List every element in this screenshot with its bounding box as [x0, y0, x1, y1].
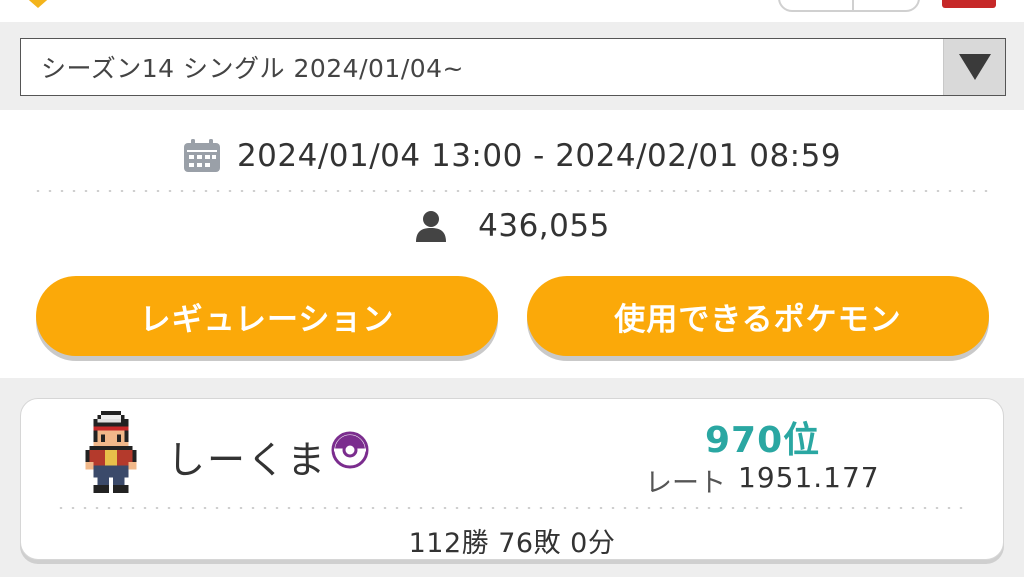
season-info-section: 2024/01/04 13:00 - 2024/02/01 08:59 436,… [0, 110, 1024, 378]
dropdown-arrow-icon[interactable] [943, 39, 1005, 95]
regulation-button[interactable]: レギュレーション [36, 276, 498, 356]
language-toggle[interactable] [778, 0, 920, 12]
calendar-icon [183, 139, 220, 172]
top-header-strip [0, 0, 1024, 22]
trainer-rank: 970位 [705, 420, 821, 461]
season-period-row: 2024/01/04 13:00 - 2024/02/01 08:59 [20, 122, 1004, 190]
poke-ball-icon [331, 431, 369, 469]
menu-badge-icon[interactable] [942, 0, 996, 8]
trainer-ranking-card[interactable]: しーくま 970位 レート 1951.177 112勝 76敗 0分 [20, 398, 1004, 560]
season-selected-label: シーズン14 シングル 2024/01/04~ [41, 54, 464, 83]
rate-label: レート [645, 468, 726, 499]
trainer-name: しーくま [167, 438, 328, 482]
season-dropdown[interactable]: シーズン14 シングル 2024/01/04~ [20, 38, 1006, 96]
usable-pokemon-button[interactable]: 使用できるポケモン [527, 276, 989, 356]
season-period-text: 2024/01/04 13:00 - 2024/02/01 08:59 [236, 138, 842, 174]
dotted-divider [55, 507, 969, 509]
regulation-button-label: レギュレーション [139, 301, 395, 338]
season-info-card: 2024/01/04 13:00 - 2024/02/01 08:59 436,… [20, 122, 1004, 266]
player-count-text: 436,055 [478, 208, 610, 244]
trainer-avatar [85, 411, 137, 493]
logo-icon [28, 0, 48, 8]
player-count-row: 436,055 [20, 192, 1004, 260]
win-loss-record: 112勝 76敗 0分 [408, 528, 616, 559]
rate-value: 1951.177 [738, 461, 880, 494]
usable-pokemon-button-label: 使用できるポケモン [614, 301, 902, 338]
person-icon [416, 211, 447, 242]
